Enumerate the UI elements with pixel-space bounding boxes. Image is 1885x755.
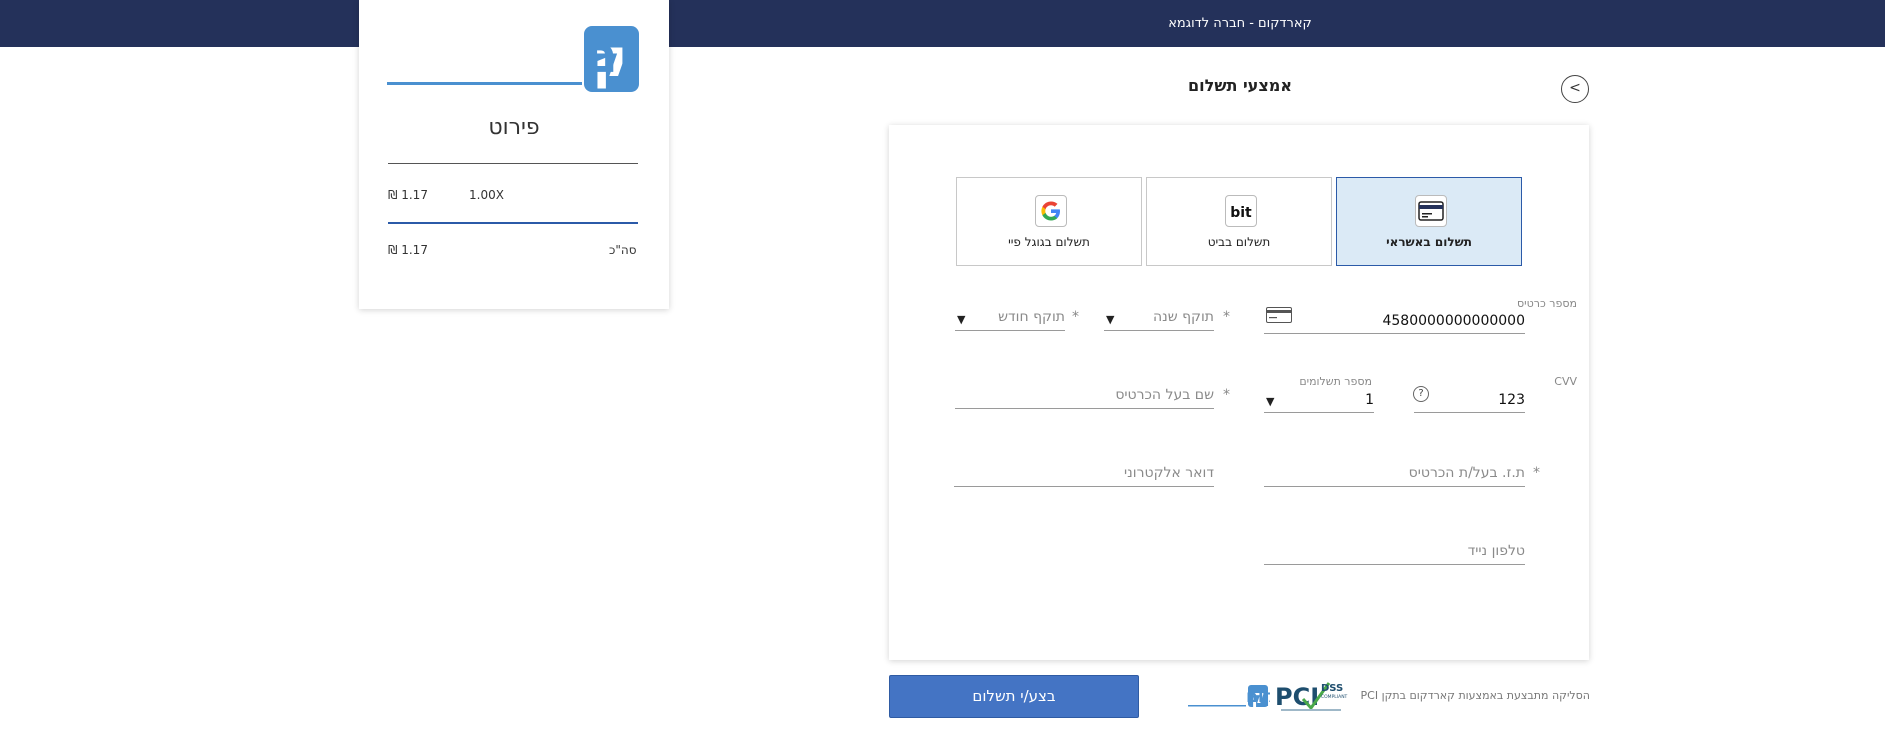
svg-text:ארדקום: ארדקום (583, 26, 639, 84)
method-credit-card[interactable]: תשלום באשראי (1336, 177, 1522, 266)
payment-form-card: תשלום באשראי bit תשלום בביט תשלום בגוגל … (889, 125, 1589, 660)
cardcom-logo: ק ארדקום (387, 26, 639, 92)
required-star: * (1223, 387, 1230, 403)
exp-year-placeholder: תוקף שנה (1152, 309, 1214, 325)
exp-month-select[interactable]: תוקף חודש ▼ (955, 305, 1065, 331)
credit-card-icon (1266, 307, 1292, 327)
holder-name-placeholder: שם בעל הכרטיס (1115, 387, 1214, 403)
svg-text:ארדקום: ארדקום (1246, 687, 1270, 707)
pci-dss-badge: PCI DSS COMPLIANT (1275, 682, 1348, 711)
phone-placeholder: טלפון נייד (1467, 543, 1525, 559)
divider (388, 222, 638, 224)
method-google-pay[interactable]: תשלום בגוגל פיי (956, 177, 1142, 266)
order-summary-card: ק ארדקום פירוט 1.17 ₪ 1.00X 1.17 ₪ סה"כ (359, 0, 669, 309)
method-label: תשלום בגוגל פיי (1008, 235, 1090, 249)
credit-card-icon (1415, 195, 1447, 227)
chevron-down-icon: ▼ (1266, 395, 1275, 408)
total-label: סה"כ (609, 243, 637, 257)
back-button[interactable]: < (1561, 75, 1589, 103)
cardcom-logo: ק ארדקום (1188, 685, 1270, 708)
top-bar: קארדקום - חברה לדוגמא (0, 0, 1885, 47)
section-title: אמצעי תשלום (1188, 76, 1292, 95)
divider (388, 163, 638, 164)
page-title: קארדקום - חברה לדוגמא (1168, 16, 1312, 31)
svg-text:bit: bit (1230, 205, 1252, 221)
chevron-down-icon: ▼ (1106, 313, 1115, 326)
required-star: * (1072, 309, 1079, 325)
phone-field[interactable]: טלפון נייד (1264, 539, 1525, 565)
line-amount: 1.17 ₪ (388, 188, 428, 202)
method-label: תשלום באשראי (1386, 235, 1472, 249)
holder-name-field[interactable]: שם בעל הכרטיס (955, 383, 1214, 409)
summary-title: פירוט (488, 115, 540, 140)
pay-button[interactable]: בצע/י תשלום (889, 675, 1139, 718)
required-star: * (1533, 465, 1540, 481)
cvv-label: CVV (1554, 375, 1577, 388)
svg-text:DSS: DSS (1321, 683, 1343, 694)
installments-select[interactable]: 1 ▼ (1264, 387, 1374, 413)
email-placeholder: דואר אלקטרוני (1124, 465, 1214, 481)
exp-year-select[interactable]: תוקף שנה ▼ (1104, 305, 1214, 331)
method-label: תשלום בביט (1207, 235, 1271, 249)
holder-id-field[interactable]: ת.ז. בעל/ת הכרטיס (1264, 461, 1525, 487)
card-number-label: מספר כרטיס (1517, 297, 1577, 310)
total-amount: 1.17 ₪ (388, 243, 428, 257)
cvv-value: 123 (1498, 392, 1525, 408)
chevron-down-icon: ▼ (957, 313, 966, 326)
exp-month-placeholder: תוקף חודש (998, 309, 1065, 325)
card-number-value: 4580000000000000 (1382, 313, 1525, 329)
email-field[interactable]: דואר אלקטרוני (954, 461, 1214, 487)
svg-text:COMPLIANT: COMPLIANT (1321, 694, 1348, 700)
method-bit[interactable]: bit תשלום בביט (1146, 177, 1332, 266)
bit-icon: bit (1225, 195, 1257, 227)
cvv-field[interactable]: 123 (1414, 387, 1525, 413)
required-star: * (1223, 309, 1230, 325)
installments-value: 1 (1365, 392, 1374, 408)
google-icon (1035, 195, 1067, 227)
holder-id-placeholder: ת.ז. בעל/ת הכרטיס (1408, 465, 1525, 481)
help-icon[interactable]: ? (1413, 386, 1429, 402)
pci-note: הסליקה מתבצעת באמצעות קארדקום בתקן PCI (1360, 689, 1590, 702)
card-number-field[interactable]: 4580000000000000 (1264, 307, 1525, 334)
line-quantity: 1.00X (469, 188, 504, 202)
